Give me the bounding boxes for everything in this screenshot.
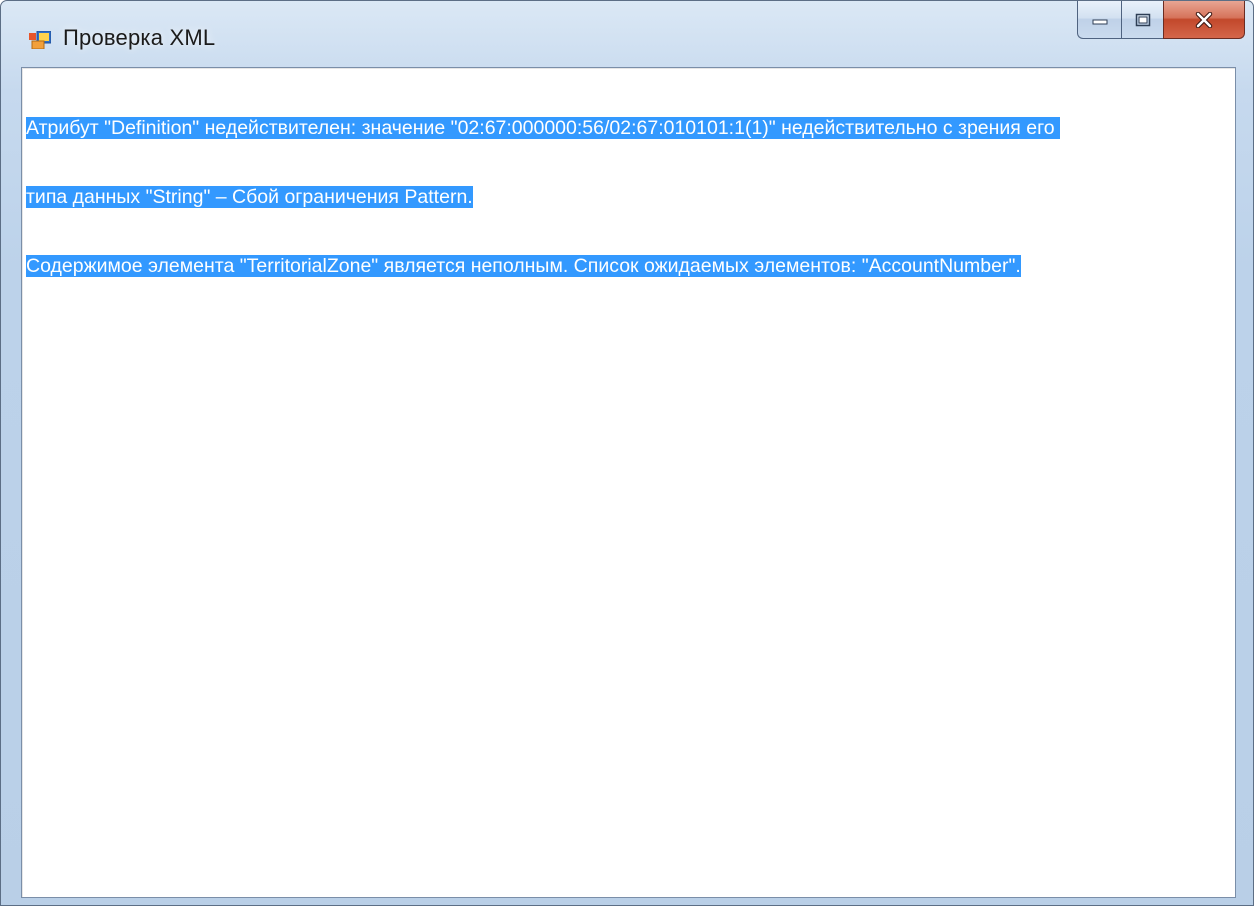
minimize-icon <box>1092 19 1107 24</box>
message-line: Атрибут "Definition" недействителен: зна… <box>26 117 1061 139</box>
validation-output-textbox[interactable]: Атрибут "Definition" недействителен: зна… <box>21 67 1236 898</box>
message-line: Содержимое элемента "TerritorialZone" яв… <box>26 255 1021 277</box>
title-bar[interactable]: Проверка XML <box>1 1 1253 67</box>
caption-buttons <box>1077 1 1245 45</box>
app-window: Проверка XML Атрибут "Definition" недейс… <box>0 0 1254 906</box>
validation-messages[interactable]: Атрибут "Definition" недействителен: зна… <box>26 71 1231 894</box>
minimize-button[interactable] <box>1077 1 1121 39</box>
close-icon <box>1195 11 1213 28</box>
window-title: Проверка XML <box>63 25 216 50</box>
close-button[interactable] <box>1163 1 1245 39</box>
maximize-icon <box>1135 13 1150 26</box>
message-line: типа данных "String" – Сбой ограничения … <box>26 186 473 208</box>
app-icon <box>29 31 51 49</box>
maximize-button[interactable] <box>1121 1 1163 39</box>
